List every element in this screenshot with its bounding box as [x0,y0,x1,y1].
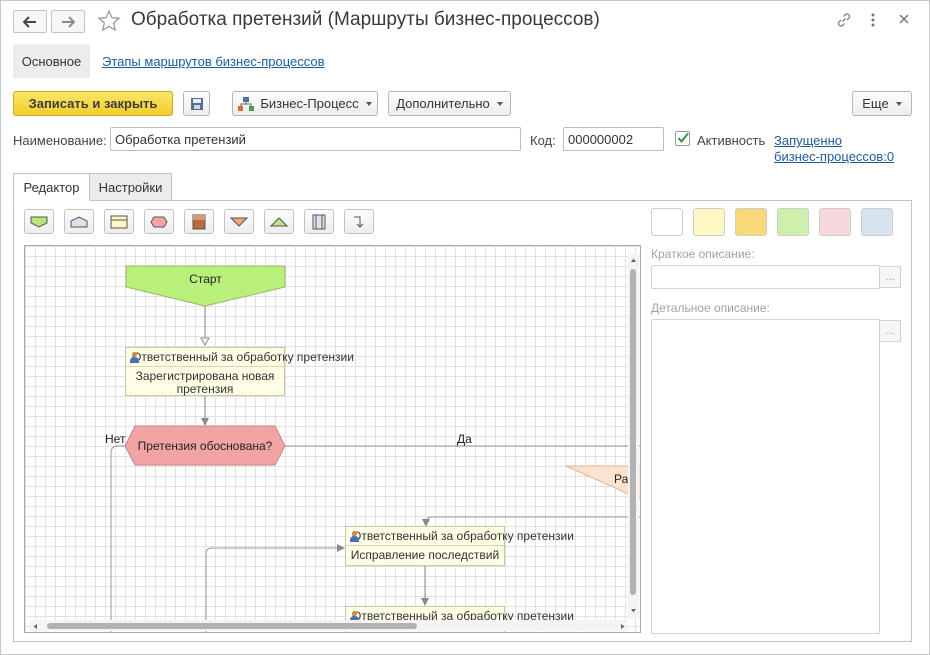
floppy-disk-icon [190,97,203,110]
save-close-button[interactable]: Записать и закрыть [13,91,173,116]
end-shape-button[interactable] [224,209,254,234]
start-node-label: Старт [189,272,222,286]
processing-shape-icon [192,214,206,229]
subprocess-shape-button[interactable] [304,209,334,234]
running-processes-link[interactable]: Запущенно бизнес-процессов:0 [774,133,894,165]
save-button[interactable] [183,91,210,116]
start-shape-icon [30,216,48,228]
no-branch-label: Нет [105,432,126,446]
color-green-button[interactable] [777,208,809,236]
checkmark-icon [677,132,689,144]
arrow-left-icon [23,15,36,28]
cut-node-label: Ра [614,472,629,486]
close-icon[interactable] [898,13,910,28]
scroll-left-arrow-icon[interactable] [30,620,41,631]
favorite-star-icon[interactable] [97,9,121,36]
color-white-button[interactable] [651,208,683,236]
business-process-label: Бизнес-Процесс [260,96,359,111]
task2-body: Исправление последствий [350,548,500,562]
task-node-header: Ответственный за обработку претензии [126,348,354,367]
code-input[interactable]: 000000002 [563,127,664,151]
back-button[interactable] [13,10,47,33]
processing-shape-button[interactable] [184,209,214,234]
task-node-fix[interactable]: Ответственный за обработку претензии Исп… [345,526,574,566]
color-light-yellow-button[interactable] [693,208,725,236]
color-pink-button[interactable] [819,208,851,236]
business-process-button[interactable]: Бизнес-Процесс [232,91,378,116]
task-node-registered[interactable]: Ответственный за обработку претензии Зар… [125,347,354,396]
task1-header: Ответственный за обработку претензии [132,350,354,364]
vertical-scroll-thumb[interactable] [630,269,636,595]
detail-description-select-button[interactable]: ... [879,320,901,342]
short-description-input[interactable] [651,265,880,289]
additional-button[interactable]: Дополнительно [388,91,511,116]
page-title: Обработка претензий (Маршруты бизнес-про… [131,9,600,30]
short-description-label: Краткое описание: [651,247,755,261]
name-input[interactable]: Обработка претензий [110,127,521,151]
action-shape-icon [110,215,128,228]
point-shape-icon [70,215,88,227]
horizontal-scroll-thumb[interactable] [47,623,417,629]
link-icon[interactable] [836,12,852,31]
color-blue-button[interactable] [861,208,893,236]
nav-main-tab[interactable]: Основное [13,44,90,78]
yes-branch-label: Да [457,432,472,446]
vertical-scrollbar[interactable] [628,254,639,618]
condition-shape-icon [150,216,168,227]
connector-icon [354,216,364,228]
detail-description-label: Детальное описание: [651,301,770,315]
tab-editor[interactable]: Редактор [13,173,90,201]
more-vertical-icon[interactable] [869,12,877,31]
finish-shape-button[interactable] [264,209,294,234]
task2-header: Ответственный за обработку претензии [352,529,574,543]
horizontal-scrollbar[interactable] [30,620,628,631]
detail-description-textarea[interactable] [651,319,880,634]
finish-shape-icon [270,216,288,226]
chevron-down-icon [895,101,902,106]
active-label: Активность [697,133,766,148]
chevron-down-icon [496,101,503,106]
connector-button[interactable] [344,209,374,234]
business-process-icon [238,96,255,111]
short-description-select-button[interactable]: ... [879,266,901,288]
condition-shape-button[interactable] [144,209,174,234]
arrow-right-icon [62,15,75,28]
more-label: Еще [862,96,889,111]
task-node-header: Ответственный за обработку претензии [346,527,574,546]
end-shape-icon [230,217,248,227]
additional-label: Дополнительно [396,96,490,111]
decision-node-label: Претензия обоснована? [137,439,273,453]
scroll-down-arrow-icon[interactable] [628,604,639,615]
action-shape-button[interactable] [104,209,134,234]
stages-link[interactable]: Этапы маршрутов бизнес-процессов [102,54,325,69]
code-label: Код: [530,133,556,148]
chevron-down-icon [365,101,372,106]
diagram-canvas[interactable]: Старт Ответственный за обработку претенз… [24,245,641,633]
forward-button[interactable] [51,10,85,33]
running-link-line2: бизнес-процессов:0 [774,149,895,164]
color-yellow-button[interactable] [735,208,767,236]
start-shape-button[interactable] [24,209,54,234]
scroll-up-arrow-icon[interactable] [628,254,639,265]
scroll-right-arrow-icon[interactable] [617,620,628,631]
running-link-line1: Запущенно [774,133,842,148]
task1-body: Зарегистрирована новая претензия [135,369,275,396]
subprocess-shape-icon [312,214,326,229]
active-checkbox[interactable] [675,131,690,146]
point-shape-button[interactable] [64,209,94,234]
more-button[interactable]: Еще [852,91,912,116]
tab-settings[interactable]: Настройки [89,173,172,201]
name-label: Наименование: [13,133,107,148]
